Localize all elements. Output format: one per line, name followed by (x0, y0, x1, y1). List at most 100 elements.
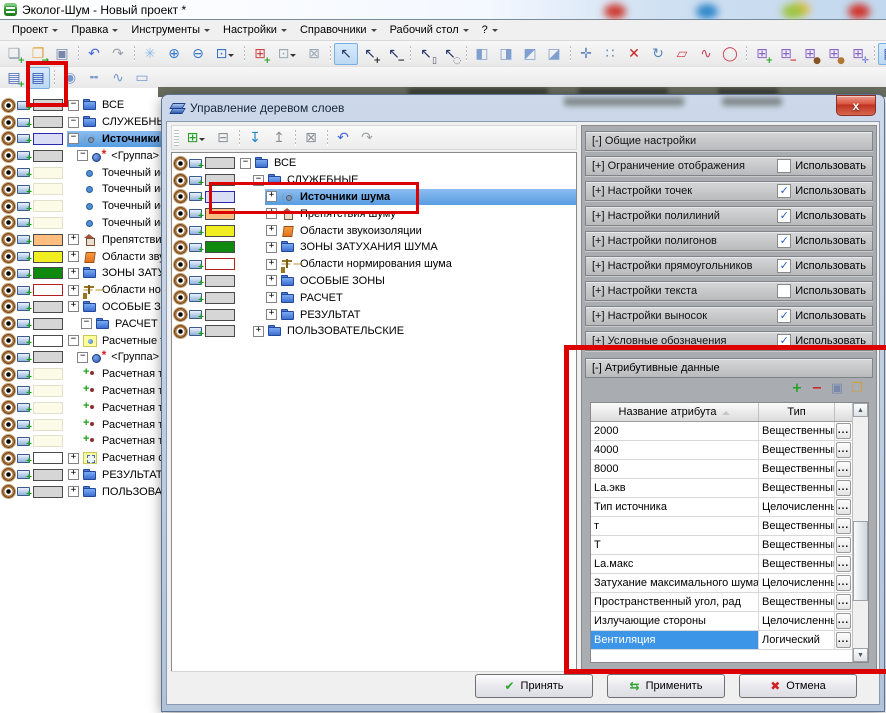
layer-tree-row[interactable]: − Источники шума (0, 131, 162, 148)
attribute-edit-button[interactable]: ... (836, 613, 851, 629)
layer-tree-row[interactable]: Точечный источник (0, 164, 162, 181)
expand-toggle[interactable]: − (253, 175, 264, 186)
confirm-object-button[interactable]: ⊡ (272, 43, 302, 65)
visibility-eye-icon[interactable] (2, 99, 15, 112)
layer-label[interactable]: <Группа> (108, 351, 162, 363)
attribute-row[interactable]: La.экв Вещественный ... (591, 479, 852, 498)
subtract-button[interactable]: ◩ (518, 43, 542, 65)
menu-item[interactable]: Рабочий стол (384, 22, 476, 38)
xor-button[interactable]: ◪ (542, 43, 566, 65)
move-button[interactable]: ✛ (574, 43, 598, 65)
layer-color-swatch[interactable] (33, 301, 63, 313)
print-layer-icon[interactable] (189, 241, 203, 254)
menu-item[interactable]: ? (476, 22, 505, 38)
layer-color-swatch[interactable] (33, 183, 63, 195)
attribute-type-cell[interactable]: Вещественный (759, 517, 835, 535)
select-remove-button[interactable]: ↖ − (382, 43, 406, 65)
print-layer-icon[interactable] (17, 452, 31, 465)
visibility-eye-icon[interactable] (174, 224, 187, 237)
print-layer-icon[interactable] (189, 174, 203, 187)
layer-label[interactable]: Расчетная точка (99, 385, 162, 397)
add-attribute-button[interactable]: + (787, 380, 807, 398)
layer-label[interactable]: СЛУЖЕБНЫЕ (284, 174, 362, 186)
add-object-button[interactable]: ⊞ + (248, 43, 272, 65)
visibility-eye-icon[interactable] (174, 325, 187, 338)
apply-button[interactable]: ⇆ Применить (607, 674, 725, 698)
cancel-button[interactable]: ✖ Отмена (739, 674, 857, 698)
select-tool-button[interactable]: ↖ (334, 43, 358, 65)
attribute-edit-button[interactable]: ... (836, 499, 851, 515)
expand-toggle[interactable]: − (77, 352, 88, 363)
layer-tree-row[interactable]: − <Группа> (0, 147, 162, 164)
layer-tree-row[interactable]: + Области звукоизоляции (0, 248, 162, 265)
settings-section-bar[interactable]: [+] Настройки точек ✓ Использовать (585, 181, 873, 201)
layer-label[interactable]: Точечный источник (99, 183, 162, 195)
scroll-down-icon[interactable]: ▼ (853, 648, 868, 662)
print-layer-icon[interactable] (17, 284, 31, 297)
layer-tree-row[interactable]: − РАСЧЕТ (0, 315, 162, 332)
layer-label[interactable]: Области нормирования шума (99, 284, 162, 296)
print-layer-icon[interactable] (17, 233, 31, 246)
layer-tree-row[interactable]: + Расчетная область (0, 450, 162, 467)
select-rect-button[interactable]: ↖ ▯ (414, 43, 438, 65)
visibility-eye-icon[interactable] (174, 258, 187, 271)
save-button[interactable]: ▣ (50, 43, 74, 65)
attribute-name-cell[interactable]: Вентиляция (591, 631, 759, 649)
attribute-row[interactable]: Затухание максимального шума Целочисленн… (591, 574, 852, 593)
print-layer-icon[interactable] (189, 291, 203, 304)
layer-color-swatch[interactable] (33, 385, 63, 397)
expand-toggle[interactable]: + (68, 268, 79, 279)
add-layer-button[interactable]: ⊞ (181, 127, 211, 149)
visibility-eye-icon[interactable] (2, 418, 15, 431)
attribute-name-cell[interactable]: Излучающие стороны (591, 612, 759, 630)
import-attributes-button[interactable]: ❐ (847, 380, 867, 398)
expand-toggle[interactable]: + (266, 191, 277, 202)
visibility-eye-icon[interactable] (2, 233, 15, 246)
linear-source-button[interactable]: ╍ (82, 67, 106, 89)
layer-tree-row[interactable]: − Расчетные точки (0, 332, 162, 349)
visibility-eye-icon[interactable] (2, 132, 15, 145)
visibility-eye-icon[interactable] (2, 183, 15, 196)
move-layer-down-button[interactable]: ↧ (243, 127, 267, 149)
attribute-edit-button[interactable]: ... (836, 575, 851, 591)
visibility-eye-icon[interactable] (174, 308, 187, 321)
layer-tree-row[interactable]: + РАСЧЕТ (172, 289, 576, 306)
print-layer-icon[interactable] (17, 216, 31, 229)
edit-polyline-button[interactable]: ∿ (694, 43, 718, 65)
area-source-button[interactable]: ▭ (130, 67, 154, 89)
layer-color-swatch[interactable] (205, 174, 235, 186)
visibility-eye-icon[interactable] (174, 274, 187, 287)
expand-toggle[interactable]: + (68, 301, 79, 312)
print-layer-icon[interactable] (189, 258, 203, 271)
print-layer-icon[interactable] (189, 207, 203, 220)
attribute-row[interactable]: La.макс Вещественный ... (591, 555, 852, 574)
attribute-type-cell[interactable]: Логический (759, 631, 835, 649)
attribute-name-cell[interactable]: т (591, 517, 759, 535)
print-layer-icon[interactable] (17, 435, 31, 448)
print-layer-icon[interactable] (189, 157, 203, 170)
print-layer-icon[interactable] (17, 183, 31, 196)
expand-toggle[interactable]: + (266, 309, 277, 320)
attribute-name-cell[interactable]: 4000 (591, 441, 759, 459)
add-layer-group-button[interactable]: ▤ + (2, 67, 26, 89)
layer-tree-row[interactable]: + Препятствия шуму (0, 231, 162, 248)
redo-button[interactable]: ↷ (355, 127, 379, 149)
layer-tree-row[interactable]: + ОСОБЫЕ ЗОНЫ (172, 273, 576, 290)
expand-toggle[interactable]: − (240, 158, 251, 169)
undo-button[interactable]: ↶ (331, 127, 355, 149)
print-layer-icon[interactable] (17, 149, 31, 162)
layer-label[interactable]: ПОЛЬЗОВАТЕЛЬСКИЕ (99, 486, 162, 498)
layer-tree-row[interactable]: + ОСОБЫЕ ЗОНЫ (0, 299, 162, 316)
layer-label[interactable]: Расчетная точка (99, 368, 162, 380)
attribute-name-cell[interactable]: 8000 (591, 460, 759, 478)
print-layer-icon[interactable] (17, 468, 31, 481)
attribute-row[interactable]: Излучающие стороны Целочисленный ... (591, 612, 852, 631)
pick-object-button[interactable]: ⊠ (302, 43, 326, 65)
layer-color-swatch[interactable] (33, 435, 63, 447)
print-layer-icon[interactable] (189, 325, 203, 338)
attribute-row[interactable]: т Вещественный ... (591, 517, 852, 536)
visibility-eye-icon[interactable] (2, 384, 15, 397)
use-checkbox[interactable]: ✓ (777, 284, 791, 298)
calc-point-source-button[interactable]: ⊞ ● (822, 43, 846, 65)
expand-toggle[interactable]: − (68, 117, 79, 128)
